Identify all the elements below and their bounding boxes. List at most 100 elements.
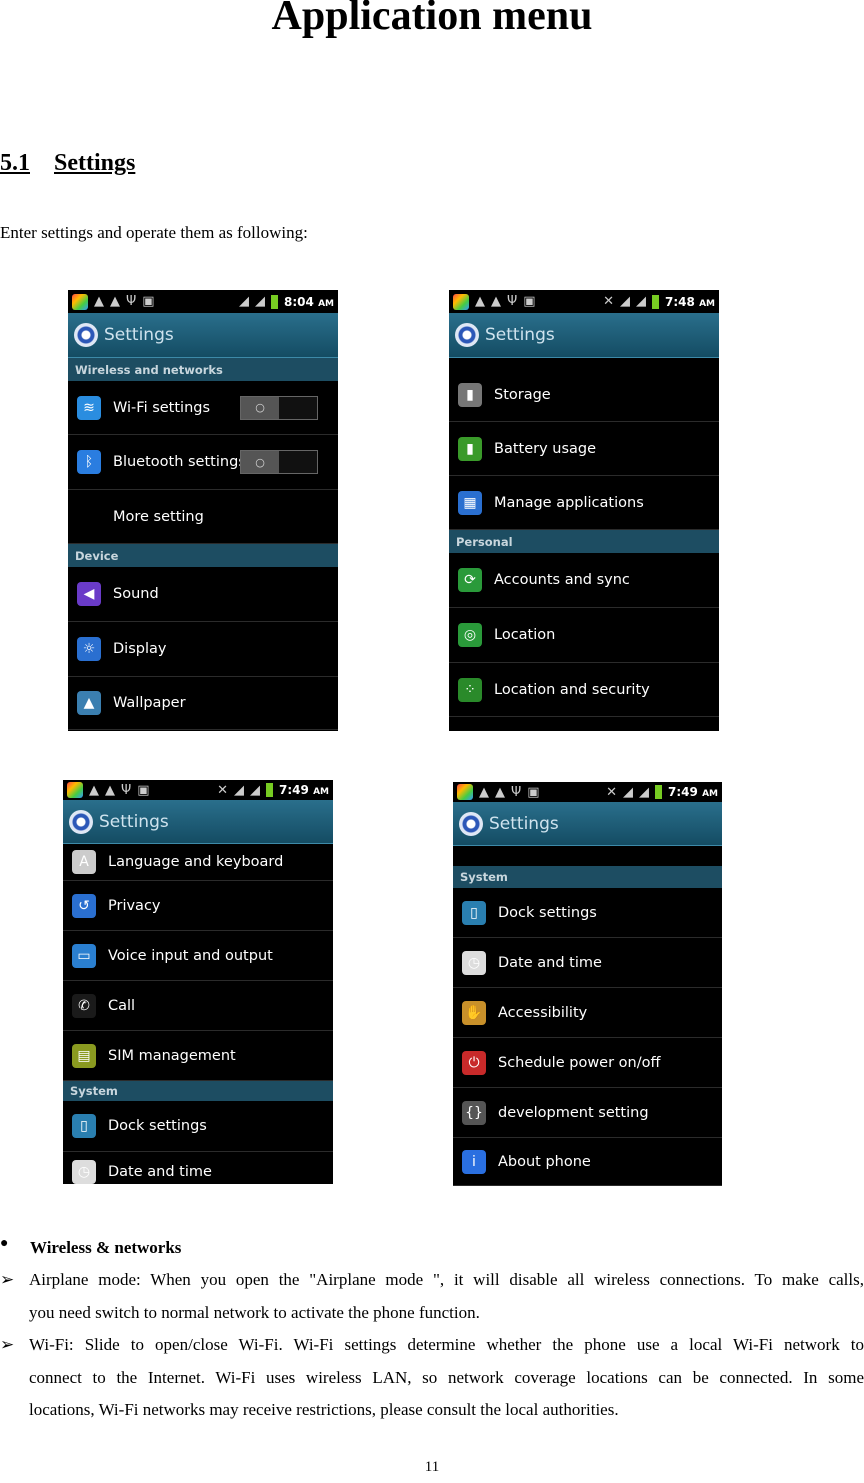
warning-icon: ▲ (475, 294, 485, 309)
section-number: 5.1 (0, 150, 30, 176)
arrow-bullet-icon: ➢ (0, 1335, 15, 1354)
section-label: System (70, 1084, 118, 1098)
item-label: More setting (113, 508, 204, 525)
sim-icon: ▤ (72, 1043, 96, 1068)
status-bar: ▲ ▲ Ψ ▣ ✕ ◢ ◢ 7:49 AM (63, 780, 333, 800)
settings-list-item[interactable]: ▲ Wallpaper (68, 677, 338, 730)
item-label: Date and time (108, 1163, 212, 1180)
bullet-dot-icon: ● (0, 1236, 9, 1251)
debug-icon: ▣ (527, 784, 540, 800)
settings-list-item[interactable]: ▯ Dock settings (453, 888, 722, 938)
settings-list-item[interactable]: ✋ Accessibility (453, 988, 722, 1038)
battery-charging-icon (271, 294, 279, 309)
settings-list-item[interactable]: ⁘ Location and security (449, 663, 719, 717)
clock-time: 7:49 (668, 785, 698, 799)
settings-screenshot: ▲ ▲ Ψ ▣ ✕ ◢ ◢ 7:49 AM Settings System ▯ D… (453, 782, 722, 1186)
battery-charging-icon (652, 294, 660, 309)
signal-sim2-icon: ◢ (639, 784, 650, 800)
section-label: Wireless and networks (75, 362, 223, 377)
settings-list-item[interactable]: ᛒ Bluetooth settings ○ (68, 435, 338, 490)
item-label: Language and keyboard (108, 854, 284, 870)
settings-list-item[interactable]: ◎ Location (449, 608, 719, 663)
section-header: System (453, 866, 722, 888)
toggle-off-icon: ○ (241, 396, 279, 419)
item-label: Location and security (494, 681, 650, 698)
settings-list-item[interactable]: ☼ Display (68, 622, 338, 677)
mute-icon: ✕ (606, 784, 618, 800)
settings-gear-icon (459, 811, 483, 836)
toggle-switch[interactable]: ○ (240, 395, 318, 420)
dock-icon: ▯ (462, 900, 486, 925)
section-label: System (460, 870, 508, 884)
wifi-icon: ≋ (77, 395, 101, 420)
settings-screenshot: ▲ ▲ Ψ ▣ ✕ ◢ ◢ 7:49 AM Settings A Languag… (63, 780, 333, 1184)
signal-sim1-icon: ◢ (623, 784, 634, 800)
bullet-heading: Wireless & networks (30, 1238, 182, 1257)
mute-icon: ✕ (603, 294, 615, 309)
settings-list-item[interactable]: ▮ Battery usage (449, 422, 719, 476)
clock-time: 8:04 (284, 294, 314, 309)
item-label: Sound (113, 586, 159, 602)
header-title: Settings (485, 325, 555, 345)
info-icon: i (462, 1149, 486, 1174)
item-label: Bluetooth settings (113, 454, 246, 470)
section-title: Settings (54, 150, 136, 176)
settings-list-item[interactable]: ▮ Storage (449, 368, 719, 422)
settings-list-item[interactable]: ✆ Call (63, 981, 333, 1031)
settings-list-item[interactable]: ⏻ Schedule power on/off (453, 1038, 722, 1088)
location-icon: ◎ (458, 623, 482, 647)
settings-header: Settings (449, 313, 719, 358)
item-label: Storage (494, 386, 551, 403)
settings-list-item[interactable]: A Language and keyboard (63, 844, 333, 881)
item-label: Privacy (108, 897, 161, 914)
item-label: Accessibility (498, 1004, 588, 1021)
app-notification-icon (457, 784, 473, 800)
usb-icon: Ψ (511, 784, 522, 800)
battery-charging-icon (655, 785, 663, 799)
warning-icon: ▲ (491, 294, 501, 309)
toggle-switch[interactable]: ○ (240, 450, 318, 474)
settings-screenshot: ▲ ▲ Ψ ▣ ✕ ◢ ◢ 7:48 AM Settings ▮ Storage… (449, 290, 719, 731)
clock-time: 7:48 (665, 294, 695, 309)
settings-list-item[interactable]: {} development setting (453, 1088, 722, 1138)
speaker-icon: ◀ (77, 582, 101, 606)
clock-ampm: AM (313, 787, 329, 797)
settings-list-item[interactable]: ↺ Privacy (63, 881, 333, 931)
item-label: Voice input and output (108, 947, 273, 964)
settings-list-item[interactable]: ▦ Manage applications (449, 476, 719, 530)
settings-list-item[interactable]: ▤ SIM management (63, 1031, 333, 1081)
settings-list-item[interactable]: ◷ Date and time (63, 1152, 333, 1184)
settings-list-item[interactable]: ≋ Wi-Fi settings ○ (68, 381, 338, 435)
page-title: Application menu (271, 0, 593, 39)
bluetooth-icon: ᛒ (77, 450, 101, 474)
settings-screenshot: ▲ ▲ Ψ ▣ ◢ ◢ 8:04 AM Settings Wireless an… (68, 290, 338, 731)
sync-icon: ⟳ (458, 568, 482, 592)
item-label: Schedule power on/off (498, 1054, 661, 1071)
app-notification-icon (67, 782, 83, 798)
header-title: Settings (104, 325, 174, 345)
clock-ampm: AM (702, 789, 718, 799)
settings-list-item[interactable]: i About phone (453, 1138, 722, 1186)
settings-list-item[interactable]: ◀ Sound (68, 567, 338, 622)
settings-list-item[interactable]: ◷ Date and time (453, 938, 722, 988)
signal-sim2-icon: ◢ (250, 782, 261, 798)
section-header: System (63, 1081, 333, 1101)
settings-list-item[interactable]: More setting (68, 490, 338, 544)
status-bar: ▲ ▲ Ψ ▣ ✕ ◢ ◢ 7:49 AM (453, 782, 722, 802)
settings-header: Settings (63, 800, 333, 844)
power-schedule-icon: ⏻ (462, 1050, 486, 1075)
blank-icon (77, 505, 101, 529)
settings-list-item[interactable]: ⟳ Accounts and sync (449, 553, 719, 608)
status-bar: ▲ ▲ Ψ ▣ ◢ ◢ 8:04 AM (68, 290, 338, 313)
signal-sim1-icon: ◢ (234, 782, 245, 798)
settings-list-item[interactable]: ▭ Voice input and output (63, 931, 333, 981)
settings-list-item[interactable]: ▯ Dock settings (63, 1101, 333, 1152)
mute-icon: ✕ (217, 782, 229, 798)
settings-gear-icon (74, 323, 98, 347)
braces-icon: {} (462, 1100, 486, 1125)
wallpaper-icon: ▲ (77, 691, 101, 715)
battery-charging-icon (266, 783, 274, 797)
clock-icon: ◷ (72, 1159, 96, 1184)
paragraph-line: Wi-Fi: Slide to open/close Wi-Fi. Wi-Fi … (29, 1335, 864, 1354)
paragraph-line: locations, Wi-Fi networks may receive re… (29, 1400, 619, 1419)
